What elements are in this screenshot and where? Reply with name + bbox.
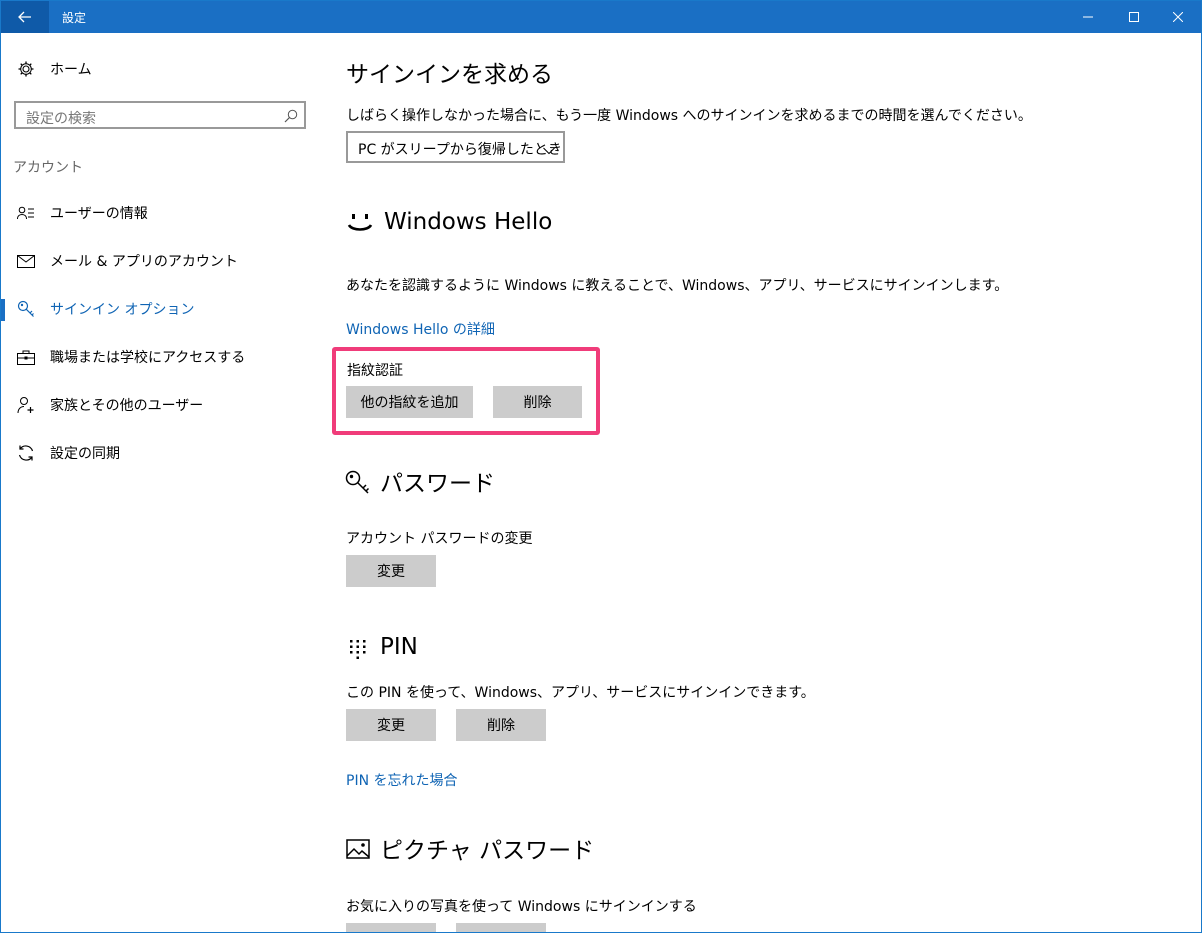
- sidebar-item-mail-accounts[interactable]: メール & アプリのアカウント: [1, 241, 321, 281]
- pin-forgot-link[interactable]: PIN を忘れた場合: [346, 770, 458, 790]
- back-button[interactable]: [1, 1, 49, 33]
- main-content: サインインを求める しばらく操作しなかった場合に、もう一度 Windows への…: [321, 33, 1201, 932]
- dropdown-value: PC がスリープから復帰したとき: [358, 142, 562, 158]
- sidebar-home-label: ホーム: [50, 62, 92, 78]
- sidebar-item-user-info[interactable]: ユーザーの情報: [1, 193, 321, 233]
- password-heading: パスワード: [380, 471, 495, 497]
- chevron-down-icon: [543, 140, 555, 159]
- search-placeholder: 設定の検索: [26, 111, 96, 127]
- window-title: 設定: [62, 11, 87, 25]
- add-fingerprint-button[interactable]: 他の指紋を追加: [346, 386, 473, 418]
- settings-window: 設定 ホーム 設定の検索 アカウント ユーザーの情報 メール & アプリのアカウ…: [0, 0, 1202, 933]
- sidebar-item-label: ユーザーの情報: [50, 206, 148, 222]
- mail-icon: [16, 251, 36, 271]
- picture-password-add-button[interactable]: [346, 923, 436, 932]
- add-person-icon: [16, 395, 36, 415]
- sidebar-item-home[interactable]: ホーム: [1, 49, 321, 89]
- sync-icon: [16, 443, 36, 463]
- picture-password-remove-button[interactable]: [456, 923, 546, 932]
- keypad-icon: [349, 639, 367, 665]
- gear-icon: [16, 59, 36, 79]
- sidebar-item-sync[interactable]: 設定の同期: [1, 433, 321, 473]
- briefcase-icon: [16, 347, 36, 367]
- sidebar-item-label: 職場または学校にアクセスする: [50, 350, 246, 366]
- password-change-label: アカウント パスワードの変更: [346, 531, 533, 547]
- user-info-icon: [16, 203, 36, 223]
- key-icon: [16, 299, 36, 319]
- signin-required-dropdown[interactable]: PC がスリープから復帰したとき: [346, 131, 565, 163]
- sidebar-item-family[interactable]: 家族とその他のユーザー: [1, 385, 321, 425]
- title-bar: 設定: [1, 1, 1201, 33]
- fingerprint-label: 指紋認証: [347, 363, 403, 379]
- picture-password-description: お気に入りの写真を使って Windows にサインインする: [346, 899, 697, 915]
- picture-password-heading: ピクチャ パスワード: [380, 838, 595, 864]
- windows-hello-details-link[interactable]: Windows Hello の詳細: [346, 319, 495, 339]
- signin-required-heading: サインインを求める: [346, 62, 553, 88]
- active-indicator: [1, 299, 5, 321]
- windows-hello-description: あなたを認識するように Windows に教えることで、Windows、アプリ、…: [346, 278, 1009, 294]
- sidebar-item-work-school[interactable]: 職場または学校にアクセスする: [1, 337, 321, 377]
- sidebar-item-label: 家族とその他のユーザー: [50, 398, 204, 414]
- search-icon: [284, 108, 298, 127]
- remove-fingerprint-button[interactable]: 削除: [493, 386, 582, 418]
- minimize-button[interactable]: [1065, 1, 1111, 33]
- sidebar-item-label: メール & アプリのアカウント: [50, 254, 238, 270]
- search-input[interactable]: 設定の検索: [14, 101, 306, 129]
- pin-change-button[interactable]: 変更: [346, 709, 436, 741]
- pin-description: この PIN を使って、Windows、アプリ、サービスにサインインできます。: [346, 685, 815, 701]
- minimize-icon: [1083, 16, 1093, 18]
- maximize-button[interactable]: [1111, 1, 1157, 33]
- password-key-icon: [345, 470, 371, 498]
- smiley-icon: [347, 214, 373, 238]
- signin-required-description: しばらく操作しなかった場合に、もう一度 Windows へのサインインを求めるま…: [346, 108, 1032, 124]
- windows-hello-heading: Windows Hello: [384, 209, 553, 235]
- pin-heading: PIN: [380, 634, 418, 660]
- back-arrow-icon: [18, 11, 31, 23]
- picture-icon: [346, 839, 370, 863]
- close-icon: [1173, 12, 1183, 22]
- sidebar-item-label: 設定の同期: [50, 446, 120, 462]
- section-label-account: アカウント: [13, 160, 83, 176]
- password-change-button[interactable]: 変更: [346, 555, 436, 587]
- sidebar-item-signin-options[interactable]: サインイン オプション: [1, 289, 321, 329]
- pin-remove-button[interactable]: 削除: [456, 709, 546, 741]
- close-button[interactable]: [1155, 1, 1201, 33]
- maximize-icon: [1129, 12, 1139, 22]
- sidebar: ホーム 設定の検索 アカウント ユーザーの情報 メール & アプリのアカウント: [1, 33, 321, 932]
- sidebar-item-label: サインイン オプション: [50, 302, 195, 318]
